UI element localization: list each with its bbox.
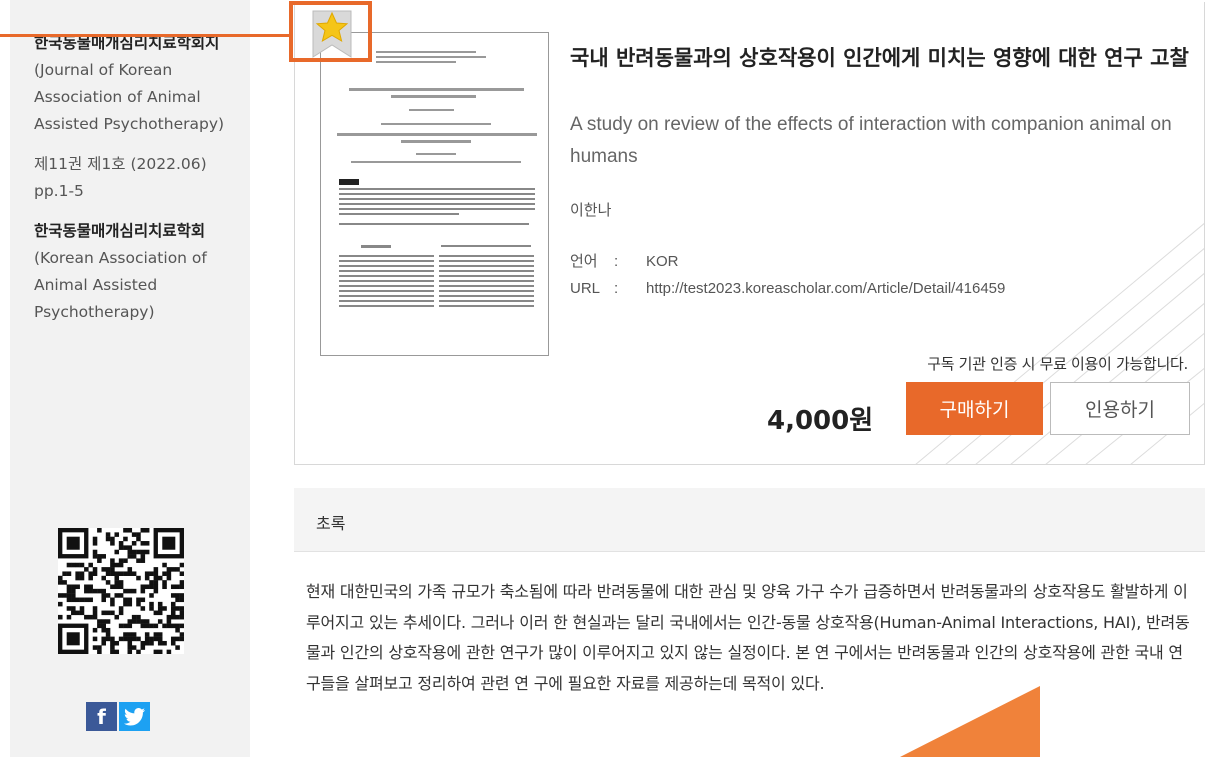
abstract-text: 현재 대한민국의 가족 규모가 축소됨에 따라 반려동물에 대한 관심 및 양육… bbox=[306, 582, 1190, 693]
share-icons: f bbox=[86, 702, 150, 731]
decorative-triangle bbox=[900, 686, 1040, 757]
language-value: KOR bbox=[646, 253, 679, 270]
article-author[interactable]: 이한나 bbox=[570, 199, 611, 220]
qr-code bbox=[58, 528, 185, 655]
journal-pages: pp.1-5 bbox=[34, 182, 84, 200]
abstract-label: 초록 bbox=[316, 514, 346, 533]
paper-preview-graphic bbox=[337, 51, 537, 307]
abstract-header: 초록 bbox=[294, 488, 1205, 552]
language-label: 언어 bbox=[570, 253, 598, 270]
language-colon: : bbox=[614, 253, 619, 270]
article-card: 국내 반려동물과의 상호작용이 인간에게 미치는 영향에 대한 연구 고찰 A … bbox=[294, 2, 1205, 465]
subscription-notice: 구독 기관 인증 시 무료 이용이 가능합니다. bbox=[927, 355, 1188, 373]
publisher-name[interactable]: 한국동물매개심리치료학회 bbox=[34, 218, 228, 245]
article-title: 국내 반려동물과의 상호작용이 인간에게 미치는 영향에 대한 연구 고찰 bbox=[570, 46, 1189, 70]
bookmark-icon[interactable] bbox=[293, 5, 368, 58]
publisher-name-en: (Korean Association of Animal Assisted P… bbox=[34, 249, 207, 321]
article-price: 4,000원 bbox=[767, 406, 874, 436]
twitter-icon[interactable] bbox=[119, 702, 150, 731]
bookmark-highlight bbox=[289, 1, 372, 62]
url-row: URL: http://test2023.koreascholar.com/Art… bbox=[570, 280, 1005, 297]
language-row: 언어: KOR bbox=[570, 250, 679, 271]
journal-name-en: (Journal of Korean Association of Animal… bbox=[34, 61, 225, 133]
url-label: URL bbox=[570, 280, 601, 297]
url-colon: : bbox=[614, 280, 619, 297]
buy-button[interactable]: 구매하기 bbox=[906, 382, 1043, 435]
callout-line bbox=[0, 34, 292, 37]
journal-issue: 제11권 제1호 (2022.06) bbox=[34, 155, 207, 173]
article-title-en: A study on review of the effects of inte… bbox=[570, 114, 1172, 167]
paper-thumbnail[interactable] bbox=[320, 32, 549, 356]
cite-button[interactable]: 인용하기 bbox=[1050, 382, 1190, 435]
facebook-icon[interactable]: f bbox=[86, 702, 117, 731]
url-value[interactable]: http://test2023.koreascholar.com/Article… bbox=[646, 280, 1005, 297]
